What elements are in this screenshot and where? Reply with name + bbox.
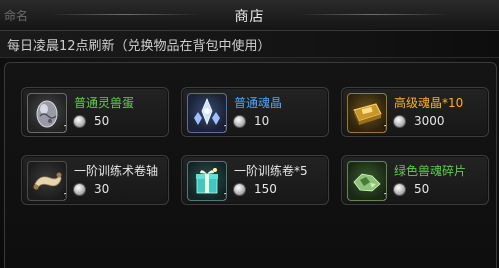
silver-coin-icon (74, 116, 85, 127)
gold-soul-crystal-icon[interactable]: 1 (347, 93, 387, 133)
item-quantity: 1 (383, 192, 386, 200)
item-price: 50 (94, 114, 110, 128)
shop-title: 商店 (234, 9, 265, 25)
shop-item-card[interactable]: 1 一阶训练术卷轴 30 (21, 155, 169, 205)
silver-coin-icon (234, 116, 245, 127)
shop-item-card[interactable]: 1 高级魂晶*10 3000 (341, 87, 489, 137)
item-name: 绿色兽魂碎片 (394, 164, 467, 178)
item-quantity: 1 (63, 124, 66, 132)
item-name: 一阶训练卷*5 (234, 164, 308, 178)
title-ornament-right (299, 14, 449, 15)
item-price: 10 (254, 114, 270, 128)
silver-coin-icon (234, 184, 245, 195)
silver-coin-icon (394, 184, 405, 195)
silver-coin-icon (394, 116, 405, 127)
refresh-notice-bar: 每日凌晨12点刷新（兑换物品在背包中使用） (0, 31, 499, 58)
item-name: 普通魂晶 (234, 96, 283, 110)
item-price: 30 (94, 182, 110, 196)
shop-window: 命名 商店 每日凌晨12点刷新（兑换物品在背包中使用） 1 普通灵兽蛋 50 (0, 0, 499, 268)
item-quantity: 1 (63, 192, 66, 200)
shop-item-card[interactable]: 1 一阶训练卷*5 150 (181, 155, 329, 205)
green-beast-soul-shard-icon[interactable]: 1 (347, 161, 387, 201)
item-name: 普通灵兽蛋 (74, 96, 135, 110)
item-name: 一阶训练术卷轴 (74, 164, 159, 178)
item-price: 3000 (414, 114, 445, 128)
item-price: 50 (414, 182, 430, 196)
shop-item-card[interactable]: 1 绿色兽魂碎片 50 (341, 155, 489, 205)
beast-egg-icon[interactable]: 1 (27, 93, 67, 133)
soul-crystal-icon[interactable]: 1 (187, 93, 227, 133)
scroll-icon[interactable]: 1 (27, 161, 67, 201)
silver-coin-icon (74, 184, 85, 195)
item-quantity: 1 (383, 124, 386, 132)
shop-item-card[interactable]: 1 普通魂晶 10 (181, 87, 329, 137)
title-bar: 命名 商店 (0, 0, 499, 31)
shop-items-panel: 1 普通灵兽蛋 50 1 普通魂晶 10 (4, 62, 497, 268)
item-name: 高级魂晶*10 (394, 96, 464, 110)
item-price: 150 (254, 182, 277, 196)
shop-item-card[interactable]: 1 普通灵兽蛋 50 (21, 87, 169, 137)
item-quantity: 1 (223, 124, 226, 132)
refresh-notice-text: 每日凌晨12点刷新（兑换物品在背包中使用） (7, 39, 271, 54)
gift-box-icon[interactable]: 1 (187, 161, 227, 201)
item-quantity: 1 (223, 192, 226, 200)
